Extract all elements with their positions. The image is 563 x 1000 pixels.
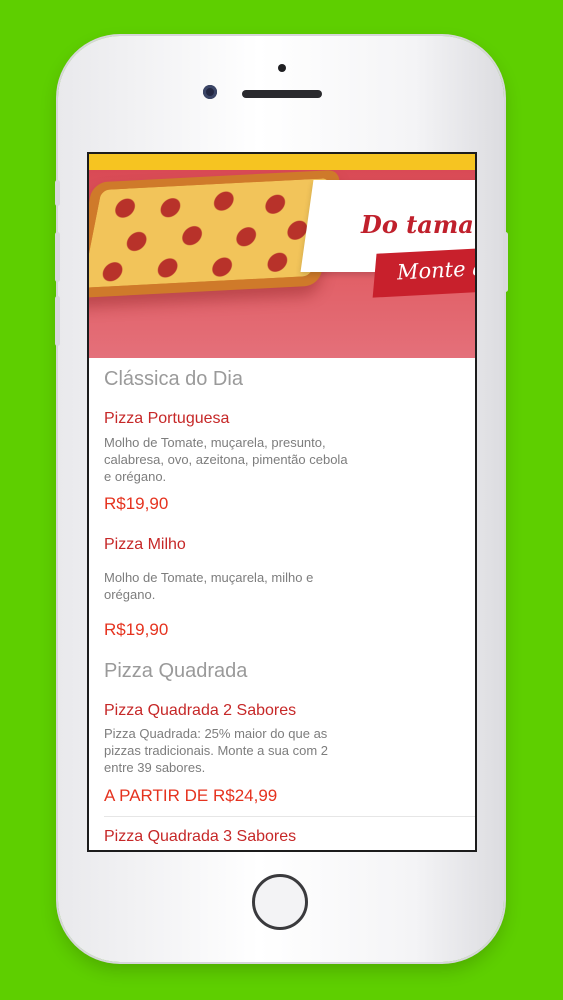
pizza-topping [89, 178, 331, 288]
item-price-portuguesa[interactable]: R$19,90 [104, 494, 168, 514]
front-camera [203, 85, 217, 99]
volume-down-button[interactable] [55, 296, 60, 346]
earpiece-speaker [242, 90, 322, 98]
item-desc-milho: Molho de Tomate, muçarela, milho e oréga… [104, 570, 314, 602]
section-title-quadrada: Pizza Quadrada [104, 660, 248, 682]
item-name-quadrada-3[interactable]: Pizza Quadrada 3 Sabores [104, 828, 296, 846]
section-title-classica: Clássica do Dia [104, 368, 243, 390]
banner-headline: Do tamanh [361, 210, 475, 239]
volume-up-button[interactable] [55, 232, 60, 282]
square-pizza-image [89, 170, 342, 299]
item-name-portuguesa[interactable]: Pizza Portuguesa [104, 410, 229, 428]
home-button[interactable] [252, 874, 308, 930]
item-desc-portuguesa: Molho de Tomate, muçarela, presunto, cal… [104, 435, 348, 484]
item-price-milho[interactable]: R$19,90 [104, 620, 168, 640]
item-price-quadrada-2[interactable]: A PARTIR DE R$24,99 [104, 786, 277, 806]
promo-banner[interactable]: ➚ Do tamanh Monte at [89, 170, 475, 358]
item-divider [104, 816, 475, 817]
app-screen: ➚ Do tamanh Monte at Clássica do Dia Piz… [87, 152, 477, 852]
item-name-quadrada-2[interactable]: Pizza Quadrada 2 Sabores [104, 702, 296, 720]
power-button[interactable] [503, 232, 508, 292]
proximity-sensor [278, 64, 286, 72]
item-name-milho[interactable]: Pizza Milho [104, 536, 186, 554]
banner-subline: Monte at [396, 255, 475, 285]
mute-switch[interactable] [55, 180, 60, 206]
item-desc-quadrada-2: Pizza Quadrada: 25% maior do que as pizz… [104, 726, 328, 775]
header-bar [89, 154, 475, 170]
